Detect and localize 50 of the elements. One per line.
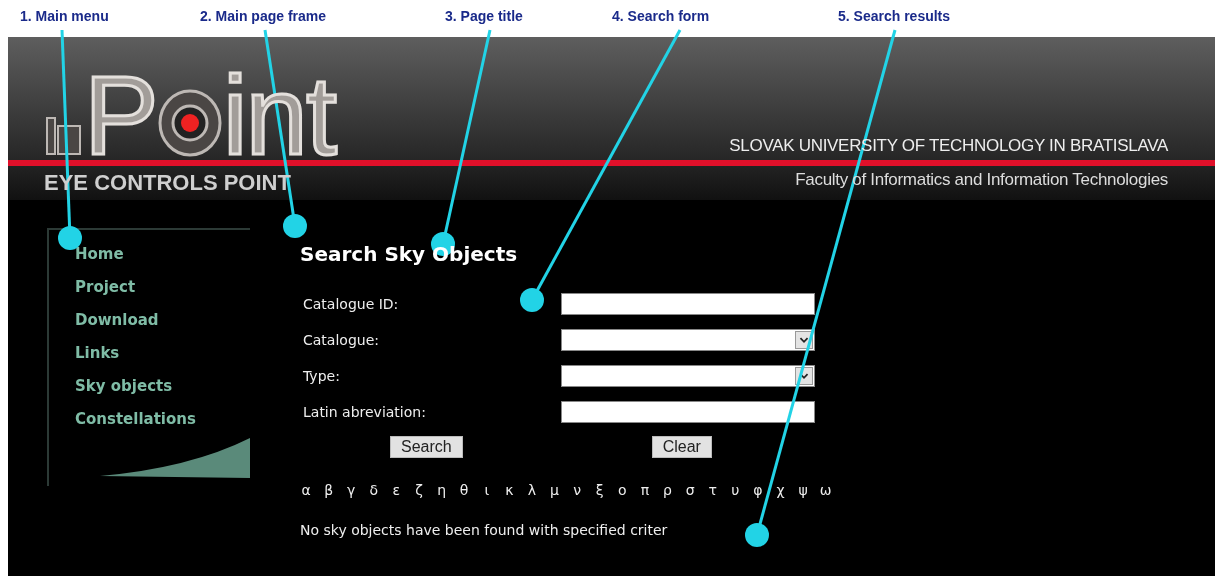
letter-link[interactable]: ψ (797, 482, 810, 498)
logo-text: P (84, 72, 157, 160)
result-message: No sky objects have been found with specified criter (300, 522, 669, 538)
field-label: Catalogue: (303, 332, 380, 348)
form-button[interactable]: Search (390, 436, 463, 458)
letter-link[interactable]: μ (548, 482, 561, 498)
input-field[interactable] (561, 401, 815, 423)
callout-label: 3. Page title (445, 8, 523, 24)
letter-link[interactable]: υ (729, 482, 742, 498)
letter-link[interactable]: λ (525, 482, 538, 498)
menu-link[interactable]: Links (75, 343, 250, 363)
input-field[interactable] (561, 293, 815, 315)
callout-label: 4. Search form (612, 8, 710, 24)
eye-icon (156, 88, 223, 158)
letter-link[interactable]: β (322, 482, 335, 498)
letter-link[interactable]: γ (345, 482, 358, 498)
form-button[interactable]: Clear (651, 436, 712, 458)
letter-link[interactable]: φ (751, 482, 764, 498)
callout-label: 5. Search results (838, 8, 951, 24)
letter-link[interactable]: ω (819, 482, 832, 498)
letter-link[interactable]: ξ (593, 482, 606, 498)
letter-link[interactable]: χ (774, 482, 787, 498)
page-title: Search Sky Objects (300, 242, 519, 266)
letter-link[interactable]: η (435, 482, 448, 498)
field-label: Type: (303, 368, 341, 384)
letter-link[interactable]: ι (480, 482, 493, 498)
letter-link[interactable]: δ (367, 482, 380, 498)
letter-link[interactable]: κ (503, 482, 516, 498)
letter-link[interactable]: ζ (412, 482, 425, 498)
menu-link[interactable]: Download (75, 310, 250, 330)
letter-link[interactable]: τ (706, 482, 719, 498)
letter-link[interactable]: ο (616, 482, 629, 498)
menu-link[interactable]: Constellations (75, 409, 250, 429)
letter-link[interactable]: ε (390, 482, 403, 498)
field-label: Latin abreviation: (303, 404, 427, 420)
menu-link[interactable]: Sky objects (75, 376, 250, 396)
letter-link[interactable]: σ (684, 482, 697, 498)
menu-link[interactable]: Home (75, 244, 250, 264)
letter-link[interactable]: ρ (661, 482, 674, 498)
letter-link[interactable]: ν (571, 482, 584, 498)
menu-link[interactable]: Project (75, 277, 250, 297)
select-field[interactable] (561, 329, 815, 351)
field-label: Catalogue ID: (303, 296, 400, 312)
letter-link[interactable]: θ (458, 482, 471, 498)
callout-label: 2. Main page frame (200, 8, 327, 24)
logo-mark-icon (44, 116, 84, 156)
select-field[interactable] (561, 365, 815, 387)
callout-label: 1. Main menu (20, 8, 109, 24)
letter-link[interactable]: π (638, 482, 651, 498)
letter-link[interactable]: α (300, 482, 312, 498)
